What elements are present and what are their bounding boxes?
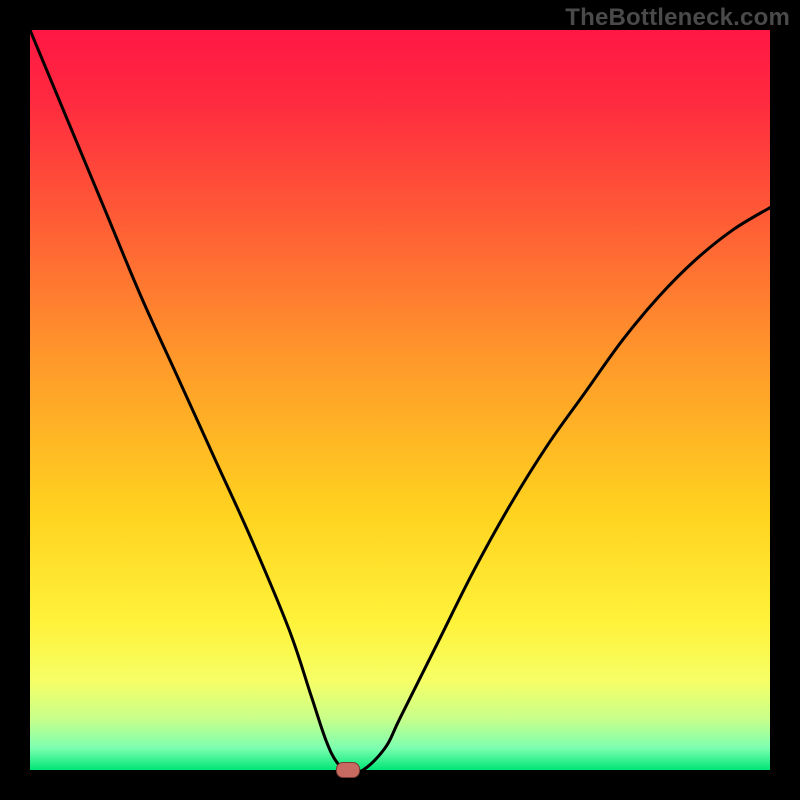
optimum-marker [336,762,360,778]
plot-svg [30,30,770,770]
outer-frame: TheBottleneck.com [0,0,800,800]
plot-area [30,30,770,770]
watermark-text: TheBottleneck.com [565,4,790,32]
gradient-background [30,30,770,770]
